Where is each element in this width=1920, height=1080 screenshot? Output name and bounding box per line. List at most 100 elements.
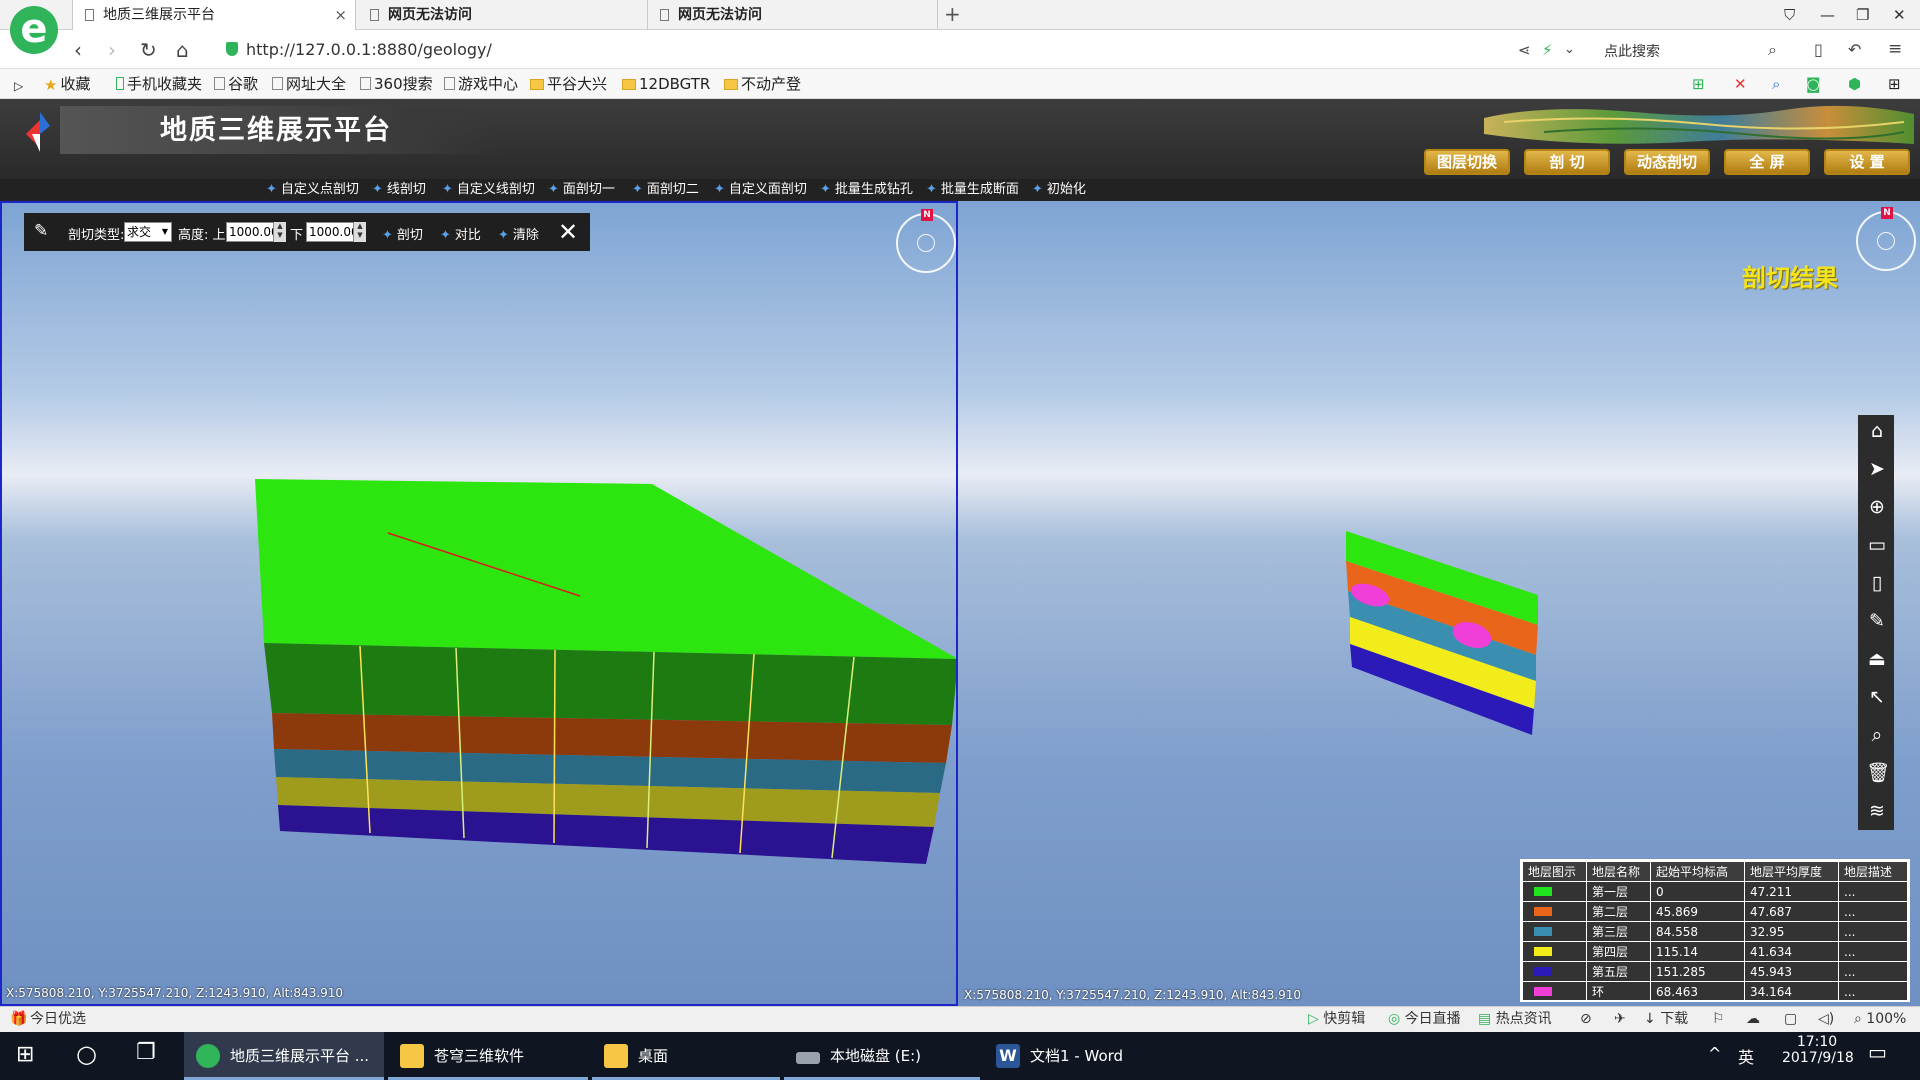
layer-desc[interactable]: ... bbox=[1838, 961, 1908, 982]
chevron-down-icon[interactable]: ⌄ bbox=[1564, 42, 1575, 57]
bookmark-nav[interactable]: 网址大全 bbox=[272, 74, 346, 94]
ruler-icon[interactable]: ▭ bbox=[1866, 534, 1888, 556]
forward-icon[interactable]: › bbox=[108, 38, 116, 62]
extension-shield-icon[interactable]: ⬢ bbox=[1848, 74, 1861, 94]
taskbar-item-software[interactable]: 苍穹三维软件 bbox=[388, 1032, 588, 1080]
speed-icon[interactable]: ⚡ bbox=[1542, 41, 1553, 59]
undo-icon[interactable]: ↶ bbox=[1848, 40, 1861, 59]
dynamic-clip-button[interactable]: 动态剖切 bbox=[1624, 149, 1710, 175]
new-tab-button[interactable]: + bbox=[944, 0, 961, 28]
lower-height-stepper[interactable]: ▲ ▼ bbox=[354, 222, 366, 242]
accelerate-icon[interactable]: ⊘ bbox=[1580, 1010, 1592, 1028]
area-measure-icon[interactable]: ⏏ bbox=[1866, 648, 1888, 670]
taskbar-item-browser[interactable]: 地质三维展示平台 ... bbox=[184, 1032, 384, 1080]
maximize-button[interactable]: ❐ bbox=[1856, 0, 1869, 30]
height-measure-icon[interactable]: ▯ bbox=[1866, 572, 1888, 594]
lower-height-input[interactable]: 1000.00 bbox=[306, 222, 354, 242]
bookmark-12dbgtr[interactable]: 12DBGTR bbox=[622, 74, 710, 94]
minimize-button[interactable]: — bbox=[1820, 0, 1835, 30]
shirt-skin-icon[interactable]: ⛉ bbox=[1784, 0, 1795, 30]
hot-news-link[interactable]: ▤ 热点资讯 bbox=[1478, 1010, 1552, 1028]
settings-button[interactable]: 设 置 bbox=[1824, 149, 1910, 175]
geology-block-model[interactable] bbox=[2, 203, 958, 1006]
windows-start-icon[interactable]: ⊞ bbox=[16, 1042, 34, 1067]
extension-block-icon[interactable]: ✕ bbox=[1734, 74, 1747, 94]
tab-unreachable-2[interactable]: 网页无法访问 bbox=[648, 0, 938, 30]
sidebar-toggle-icon[interactable]: ▷ bbox=[14, 76, 23, 96]
taskbar-item-desktop[interactable]: 桌面 bbox=[592, 1032, 780, 1080]
bookmark-360search[interactable]: 360搜索 bbox=[360, 74, 433, 94]
tray-expand-icon[interactable]: ^ bbox=[1708, 1044, 1721, 1063]
search-input[interactable]: 点此搜索 bbox=[1604, 41, 1660, 61]
bookmark-favorites[interactable]: ★ 收藏 bbox=[44, 74, 90, 95]
close-tab-icon[interactable]: × bbox=[334, 0, 347, 30]
toolbar-line-clip[interactable]: ✦ 线剖切 bbox=[372, 180, 426, 200]
home-icon[interactable]: ⌂ bbox=[176, 38, 189, 62]
compass-icon[interactable]: N bbox=[1856, 207, 1916, 271]
upper-height-input[interactable]: 1000.00 bbox=[226, 222, 274, 242]
measure-icon[interactable]: ✎ bbox=[1866, 610, 1888, 632]
bookmark-mobile[interactable]: 手机收藏夹 bbox=[116, 74, 202, 94]
cortana-search-icon[interactable]: ○ bbox=[76, 1040, 97, 1068]
menu-icon[interactable]: ≡ bbox=[1888, 39, 1902, 59]
extension-search-icon[interactable]: ⌕ bbox=[1772, 74, 1780, 94]
toolbar-init[interactable]: ✦ 初始化 bbox=[1032, 180, 1086, 200]
clear-button[interactable]: ✦ 清除 bbox=[498, 224, 539, 243]
layer-desc[interactable]: ... bbox=[1838, 881, 1908, 902]
layer-desc[interactable]: ... bbox=[1838, 981, 1908, 1002]
toolbar-face-clip-2[interactable]: ✦ 面剖切二 bbox=[632, 180, 699, 200]
toolbar-custom-face-clip[interactable]: ✦ 自定义面剖切 bbox=[714, 180, 807, 200]
fullscreen-button[interactable]: 全 屏 bbox=[1724, 149, 1810, 175]
extension-translate-icon[interactable]: ⊞ bbox=[1692, 74, 1705, 94]
toolbar-batch-sections[interactable]: ✦ 批量生成断面 bbox=[926, 180, 1019, 200]
feedback-icon[interactable]: ⚐ bbox=[1712, 1010, 1725, 1028]
download-link[interactable]: ↓ 下载 bbox=[1644, 1010, 1688, 1028]
close-window-button[interactable]: ✕ bbox=[1893, 0, 1906, 30]
ime-indicator[interactable]: 英 bbox=[1738, 1044, 1754, 1068]
tab-unreachable-1[interactable]: 网页无法访问 bbox=[358, 0, 648, 30]
browser-logo-icon[interactable]: e bbox=[10, 6, 58, 54]
refresh-icon[interactable]: ↻ bbox=[140, 38, 157, 62]
north-arrow-icon[interactable]: ➤ bbox=[1866, 458, 1888, 480]
taskbar-item-word[interactable]: W 文档1 - Word bbox=[984, 1032, 1180, 1080]
cloud-icon[interactable]: ☁ bbox=[1746, 1010, 1760, 1028]
url-input[interactable]: http://127.0.0.1:8880/geology/ bbox=[246, 40, 492, 60]
today-picks-link[interactable]: 今日优选 bbox=[30, 1010, 86, 1028]
compass-icon[interactable]: N bbox=[896, 209, 956, 273]
toolbar-face-clip-1[interactable]: ✦ 面剖切一 bbox=[548, 180, 615, 200]
left-3d-viewport[interactable]: N X:575808.210, Y:3725547.210, Z:1243.91… bbox=[0, 201, 958, 1006]
toolbar-custom-line-clip[interactable]: ✦ 自定义线剖切 bbox=[442, 180, 535, 200]
share-icon[interactable]: ⋖ bbox=[1518, 41, 1531, 59]
toolbar-batch-boreholes[interactable]: ✦ 批量生成钻孔 bbox=[820, 180, 913, 200]
clip-button[interactable]: 剖 切 bbox=[1524, 149, 1610, 175]
search-icon[interactable]: ⌕ bbox=[1768, 40, 1777, 60]
extension-game-icon[interactable]: ◙ bbox=[1806, 74, 1821, 94]
clip-type-select[interactable]: 求交 ▼ bbox=[124, 222, 172, 242]
taskbar-item-drive[interactable]: 本地磁盘 (E:) bbox=[784, 1032, 980, 1080]
bookmark-pinggu[interactable]: 平谷大兴 bbox=[530, 74, 607, 94]
tab-geology[interactable]: 地质三维展示平台 × bbox=[72, 0, 356, 30]
trash-icon[interactable]: 🗑 bbox=[1866, 762, 1890, 784]
select-icon[interactable]: ↖ bbox=[1866, 686, 1888, 708]
layer-desc[interactable]: ... bbox=[1838, 921, 1908, 942]
toolbar-custom-point-clip[interactable]: ✦ 自定义点剖切 bbox=[266, 180, 359, 200]
window-icon[interactable]: ▢ bbox=[1784, 1010, 1797, 1028]
layer-switch-button[interactable]: 图层切换 bbox=[1424, 149, 1510, 175]
do-clip-button[interactable]: ✦ 剖切 bbox=[382, 224, 423, 243]
live-link[interactable]: ◎ 今日直播 bbox=[1388, 1010, 1461, 1028]
home-icon[interactable]: ⌂ bbox=[1866, 420, 1888, 442]
layer-desc[interactable]: ... bbox=[1838, 941, 1908, 962]
bookmark-realestate[interactable]: 不动产登 bbox=[724, 74, 801, 94]
layer-desc[interactable]: ... bbox=[1838, 901, 1908, 922]
clock[interactable]: 17:10 2017/9/18 bbox=[1782, 1034, 1854, 1066]
sound-icon[interactable]: ◁) bbox=[1818, 1010, 1834, 1028]
close-icon[interactable]: ✕ bbox=[558, 219, 578, 245]
compare-button[interactable]: ✦ 对比 bbox=[440, 224, 481, 243]
bookmark-google[interactable]: 谷歌 bbox=[214, 74, 258, 94]
bookmark-games[interactable]: 游戏中心 bbox=[444, 74, 518, 94]
notification-icon[interactable]: ▭ bbox=[1868, 1040, 1887, 1064]
extension-grid-icon[interactable]: ⊞ bbox=[1888, 74, 1901, 94]
pin-icon[interactable]: ✈ bbox=[1614, 1010, 1626, 1028]
locate-icon[interactable]: ⊕ bbox=[1866, 496, 1888, 518]
bookmark-page-icon[interactable]: ▯ bbox=[1814, 40, 1823, 59]
